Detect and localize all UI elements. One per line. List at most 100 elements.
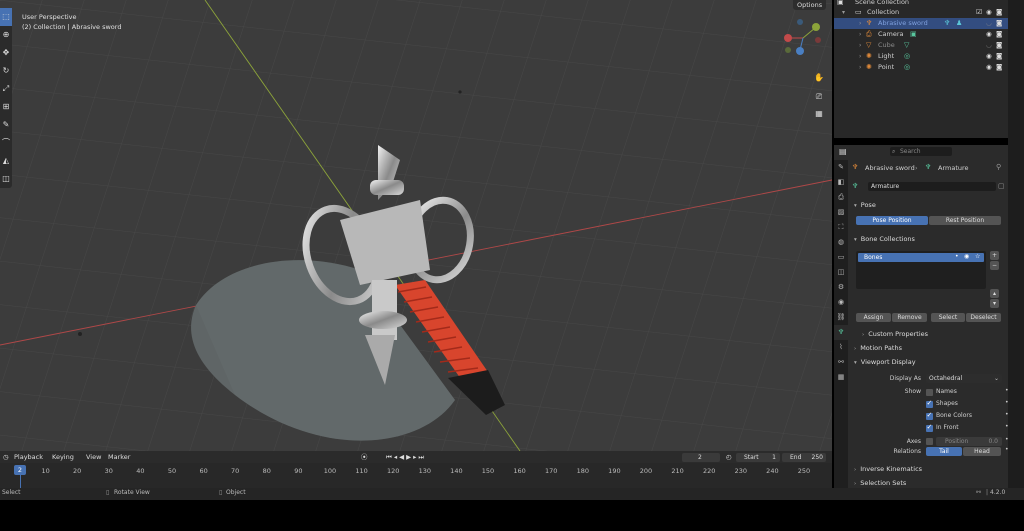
visibility-eye-icon[interactable]: ◉ bbox=[986, 62, 992, 73]
timeline-editor-icon[interactable]: ◷ bbox=[3, 451, 9, 463]
render-camera-icon[interactable]: ◙ bbox=[996, 18, 1002, 29]
outliner-row-collection[interactable]: ▾ ▭ Collection ☑ ◉ ◙ bbox=[834, 7, 1008, 18]
move-down-icon[interactable]: ▾ bbox=[990, 299, 999, 308]
roll-icon[interactable]: ◭ bbox=[0, 152, 12, 170]
cursor-icon[interactable]: ⊕ bbox=[0, 26, 12, 44]
unlink-icon[interactable]: ▢ bbox=[998, 182, 1005, 190]
relations-head-button[interactable]: Head bbox=[963, 447, 1001, 456]
render-camera-icon[interactable]: ◙ bbox=[996, 7, 1002, 18]
constraints-tab-icon[interactable]: ⛓ bbox=[834, 310, 848, 325]
visibility-eye-icon[interactable]: ◉ bbox=[986, 51, 992, 62]
visibility-eye-icon[interactable]: ◉ bbox=[964, 253, 969, 260]
deselect-button[interactable]: Deselect bbox=[966, 313, 1001, 322]
expand-chevron-icon[interactable]: › bbox=[859, 29, 861, 40]
transform-icon[interactable]: ⊞ bbox=[0, 98, 12, 116]
keyframe-dot-icon[interactable]: • bbox=[1005, 446, 1008, 453]
properties-search[interactable]: ⌕ Search bbox=[890, 147, 952, 156]
pan-hand-icon[interactable]: ✋ bbox=[813, 72, 825, 84]
pose-position-button[interactable]: Pose Position bbox=[856, 216, 928, 225]
inverse-kinematics-header[interactable]: › Inverse Kinematics bbox=[854, 465, 922, 473]
outliner-row-point[interactable]: › ✺ Point ◎ ◉ ◙ bbox=[834, 62, 1008, 73]
bone-constraint-tab-icon[interactable]: ⚯ bbox=[834, 355, 848, 370]
custom-properties-header[interactable]: › Custom Properties bbox=[862, 330, 928, 338]
keyframe-dot-icon[interactable]: • bbox=[1005, 411, 1008, 418]
clock-icon[interactable]: ◴ bbox=[726, 451, 732, 463]
expand-chevron-icon[interactable]: › bbox=[859, 51, 861, 62]
names-checkbox[interactable] bbox=[926, 389, 933, 396]
checkbox-icon[interactable]: ☑ bbox=[976, 7, 982, 18]
display-as-dropdown[interactable]: Octahedral ⌄ bbox=[926, 374, 1002, 383]
end-frame-field[interactable]: End 250 bbox=[782, 452, 826, 462]
bone-collection-row[interactable]: Bones • ◉ ☆ bbox=[858, 253, 984, 262]
visibility-hidden-icon[interactable]: ◡ bbox=[986, 18, 992, 29]
bone-collections-header[interactable]: ▾ Bone Collections bbox=[854, 235, 915, 243]
keying-menu[interactable]: Keying bbox=[52, 451, 74, 463]
extrude-icon[interactable]: ◫ bbox=[0, 170, 12, 188]
camera-view-icon[interactable]: ⎚ bbox=[813, 91, 825, 103]
visibility-eye-icon[interactable]: ◉ bbox=[986, 29, 992, 40]
expand-chevron-icon[interactable]: › bbox=[859, 62, 861, 73]
tool-tab-icon[interactable]: ✎ bbox=[834, 160, 848, 175]
move-icon[interactable]: ✥ bbox=[0, 44, 12, 62]
annotate-icon[interactable]: ✎ bbox=[0, 116, 12, 134]
start-frame-field[interactable]: Start 1 bbox=[736, 452, 780, 462]
render-camera-icon[interactable]: ◙ bbox=[996, 40, 1002, 51]
rotate-icon[interactable]: ↻ bbox=[0, 62, 12, 80]
move-up-icon[interactable]: ▴ bbox=[990, 289, 999, 298]
record-icon[interactable]: ⦿ bbox=[361, 451, 368, 463]
grid-view-icon[interactable]: ▦ bbox=[813, 108, 825, 120]
select-button[interactable]: Select bbox=[931, 313, 965, 322]
view-layer-tab-icon[interactable]: ▨ bbox=[834, 205, 848, 220]
modifier-tab-icon[interactable]: ⚙ bbox=[834, 280, 848, 295]
render-camera-icon[interactable]: ◙ bbox=[996, 62, 1002, 73]
scale-icon[interactable]: ⤢ bbox=[0, 80, 12, 98]
bone-tab-icon[interactable]: ⌇ bbox=[834, 340, 848, 355]
outliner-row-abrasive-sword[interactable]: › ♆ Abrasive sword ♆ ♟ ◡ ◙ bbox=[834, 18, 1008, 29]
measure-icon[interactable]: ⌒ bbox=[0, 134, 12, 152]
outliner-row-camera[interactable]: › ⎙ Camera ▣ ◉ ◙ bbox=[834, 29, 1008, 40]
assign-button[interactable]: Assign bbox=[856, 313, 891, 322]
visibility-eye-icon[interactable]: ◉ bbox=[986, 7, 992, 18]
collection-tab-icon[interactable]: ▭ bbox=[834, 250, 848, 265]
keyframe-dot-icon[interactable]: • bbox=[1005, 423, 1008, 430]
data-browse-icon[interactable]: ♆ bbox=[852, 182, 858, 190]
add-collection-icon[interactable]: + bbox=[990, 251, 999, 260]
outliner-row-cube[interactable]: › ▽ Cube ▽ ◡ ◙ bbox=[834, 40, 1008, 51]
shapes-checkbox[interactable] bbox=[926, 399, 933, 408]
output-tab-icon[interactable]: ⎙ bbox=[834, 190, 848, 205]
3d-viewport[interactable]: User Perspective (2) Collection | Abrasi… bbox=[0, 0, 832, 451]
scene-tab-icon[interactable]: ⛶ bbox=[834, 220, 848, 235]
expand-chevron-icon[interactable]: › bbox=[859, 18, 861, 29]
expand-chevron-icon[interactable]: ▾ bbox=[842, 7, 845, 18]
viewport-display-header[interactable]: ▾ Viewport Display bbox=[854, 358, 916, 366]
render-camera-icon[interactable]: ◙ bbox=[996, 29, 1002, 40]
object-tab-icon[interactable]: ◫ bbox=[834, 265, 848, 280]
world-tab-icon[interactable]: ◍ bbox=[834, 235, 848, 250]
axes-checkbox[interactable] bbox=[926, 438, 933, 445]
armature-data-tab-icon[interactable]: ♆ bbox=[834, 325, 848, 340]
render-camera-icon[interactable]: ◙ bbox=[996, 51, 1002, 62]
render-tab-icon[interactable]: ◧ bbox=[834, 175, 848, 190]
selection-sets-header[interactable]: › Selection Sets bbox=[854, 479, 906, 487]
pin-icon[interactable]: ⚲ bbox=[996, 163, 1001, 171]
motion-paths-header[interactable]: › Motion Paths bbox=[854, 344, 902, 352]
rest-position-button[interactable]: Rest Position bbox=[929, 216, 1001, 225]
playback-controls-icon[interactable]: ⏮◂◀▶▸⏭ bbox=[386, 451, 426, 463]
current-frame-marker[interactable]: 2 bbox=[14, 465, 26, 475]
visibility-hidden-icon[interactable]: ◡ bbox=[986, 40, 992, 51]
marker-menu[interactable]: Marker bbox=[108, 451, 130, 463]
editor-type-icon[interactable]: ▤ bbox=[839, 147, 847, 156]
armature-name-field[interactable]: Armature bbox=[868, 182, 996, 191]
physics-tab-icon[interactable]: ◉ bbox=[834, 295, 848, 310]
pose-panel-header[interactable]: ▾ Pose bbox=[854, 201, 876, 209]
texture-tab-icon[interactable]: ▦ bbox=[834, 370, 848, 385]
options-dropdown[interactable]: Options bbox=[793, 0, 827, 10]
remove-collection-icon[interactable]: − bbox=[990, 261, 999, 270]
bone-colors-checkbox[interactable] bbox=[926, 411, 933, 420]
keyframe-dot-icon[interactable]: • bbox=[1005, 436, 1008, 443]
view-menu[interactable]: View bbox=[86, 451, 101, 463]
axes-position-field[interactable]: Position 0.0 bbox=[936, 437, 1002, 446]
remove-button[interactable]: Remove bbox=[892, 313, 927, 322]
current-frame-field[interactable]: 2 bbox=[682, 452, 720, 462]
expand-chevron-icon[interactable]: › bbox=[859, 40, 861, 51]
